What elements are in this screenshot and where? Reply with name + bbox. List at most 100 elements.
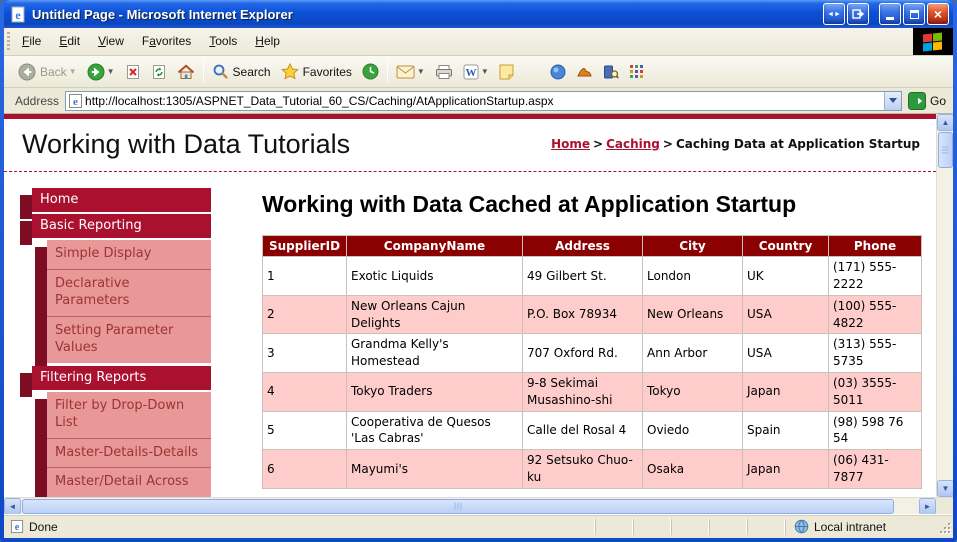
research-button[interactable]	[598, 61, 624, 83]
window-resize-grip[interactable]	[937, 520, 951, 534]
edit-dropdown-icon[interactable]: ▼	[481, 67, 489, 76]
back-icon	[18, 63, 36, 81]
vm-nav-button[interactable]: ◄►	[823, 3, 845, 25]
home-button[interactable]	[172, 61, 200, 83]
minimize-button[interactable]	[879, 3, 901, 25]
page-viewport: Working with Data Tutorials Home>Caching…	[4, 114, 953, 497]
maximize-button[interactable]	[903, 3, 925, 25]
forward-button[interactable]: ▼	[82, 60, 120, 84]
toolbar-grip[interactable]	[5, 32, 12, 51]
scroll-left-button[interactable]: ◄	[4, 498, 21, 515]
column-header-companyname: CompanyName	[347, 236, 523, 257]
table-cell: (06) 431-7877	[829, 450, 922, 489]
vertical-scrollbar[interactable]: ▲ ▼	[936, 114, 953, 497]
mail-dropdown-icon[interactable]: ▼	[417, 67, 425, 76]
sidebar-submenu: Filter by Drop-Down ListMaster-Details-D…	[47, 392, 211, 497]
sidebar-item-home[interactable]: Home	[32, 188, 211, 212]
menu-edit[interactable]: Edit	[50, 28, 89, 55]
table-cell: USA	[743, 295, 829, 334]
scroll-down-button[interactable]: ▼	[937, 480, 953, 497]
status-pane	[747, 519, 785, 535]
table-cell: 707 Oxford Rd.	[523, 334, 643, 373]
table-row: 2New Orleans Cajun DelightsP.O. Box 7893…	[263, 295, 922, 334]
vertical-scroll-track[interactable]	[937, 168, 953, 480]
table-cell: (171) 555-2222	[829, 257, 922, 296]
suppliers-table: SupplierIDCompanyNameAddressCityCountryP…	[262, 235, 922, 489]
go-button[interactable]: Go	[902, 92, 950, 110]
sidebar-item-declarative-parameters[interactable]: Declarative Parameters	[47, 269, 211, 316]
status-page-icon: e	[10, 519, 24, 534]
back-label: Back	[40, 65, 67, 79]
table-cell: (03) 3555-5011	[829, 372, 922, 411]
back-button[interactable]: Back ▼	[13, 60, 82, 84]
discuss-button[interactable]	[494, 61, 519, 83]
sidebar-item-filtering-reports[interactable]: Filtering Reports	[32, 366, 211, 390]
vertical-scroll-thumb[interactable]	[938, 132, 953, 168]
sidebar-item-master-detail-across[interactable]: Master/Detail Across	[47, 467, 211, 497]
edit-with-word-button[interactable]: W ▼	[458, 61, 494, 83]
table-cell: (98) 598 76 54	[829, 411, 922, 450]
vm-popout-button[interactable]	[847, 3, 869, 25]
table-row: 3Grandma Kelly's Homestead707 Oxford Rd.…	[263, 334, 922, 373]
scroll-up-button[interactable]: ▲	[937, 114, 953, 131]
address-label: Address	[13, 94, 65, 108]
table-cell: 6	[263, 450, 347, 489]
table-cell: 1	[263, 257, 347, 296]
snippet-grid-button[interactable]	[624, 61, 650, 83]
window-title: Untitled Page - Microsoft Internet Explo…	[32, 7, 818, 22]
sidebar-item-master-details-details[interactable]: Master-Details-Details	[47, 438, 211, 468]
back-dropdown-icon[interactable]: ▼	[69, 67, 77, 76]
column-header-city: City	[643, 236, 743, 257]
sidebar-submenu: Simple DisplayDeclarative ParametersSett…	[47, 240, 211, 363]
research-icon	[603, 64, 619, 80]
refresh-button[interactable]	[146, 61, 172, 83]
history-button[interactable]	[357, 60, 384, 83]
table-cell: Osaka	[643, 450, 743, 489]
favorites-button[interactable]: Favorites	[276, 60, 357, 83]
menu-favorites[interactable]: Favorites	[133, 28, 200, 55]
table-cell: Tokyo Traders	[347, 372, 523, 411]
favorites-star-icon	[281, 63, 299, 80]
search-button[interactable]: Search	[207, 60, 276, 83]
horizontal-scrollbar[interactable]: ◄ ►	[4, 498, 936, 514]
table-cell: P.O. Box 78934	[523, 295, 643, 334]
table-cell: 49 Gilbert St.	[523, 257, 643, 296]
toolbar-separator	[203, 61, 204, 83]
table-cell: USA	[743, 334, 829, 373]
table-cell: Spain	[743, 411, 829, 450]
stop-button[interactable]	[120, 61, 146, 83]
table-cell: 4	[263, 372, 347, 411]
search-icon	[212, 63, 229, 80]
print-button[interactable]	[430, 61, 458, 83]
forward-dropdown-icon[interactable]: ▼	[107, 67, 115, 76]
windows-flag-icon	[923, 33, 943, 51]
menu-file[interactable]: File	[13, 28, 50, 55]
sidebar-item-simple-display[interactable]: Simple Display	[47, 240, 211, 269]
scrollbar-corner	[936, 498, 953, 514]
refresh-icon	[151, 64, 167, 80]
sidebar-item-filter-by-drop-down-list[interactable]: Filter by Drop-Down List	[47, 392, 211, 438]
messenger-button[interactable]	[545, 61, 571, 83]
menu-help[interactable]: Help	[246, 28, 289, 55]
address-dropdown-button[interactable]	[884, 92, 901, 110]
address-field: e	[65, 91, 902, 111]
title-bar[interactable]: e Untitled Page - Microsoft Internet Exp…	[4, 0, 953, 28]
custom-tool-button[interactable]	[571, 62, 598, 82]
address-input[interactable]	[83, 94, 884, 108]
table-cell: Japan	[743, 450, 829, 489]
menu-tools[interactable]: Tools	[200, 28, 246, 55]
scroll-right-button[interactable]: ►	[919, 498, 936, 515]
horizontal-scroll-thumb[interactable]	[22, 499, 894, 514]
close-button[interactable]: ×	[927, 3, 949, 25]
word-icon: W	[463, 64, 479, 80]
page-ie-icon: e	[68, 93, 83, 109]
breadcrumb-home-link[interactable]: Home	[551, 137, 590, 151]
sidebar-item-setting-parameter-values[interactable]: Setting Parameter Values	[47, 316, 211, 363]
mail-button[interactable]: ▼	[391, 62, 430, 82]
stop-icon	[125, 64, 141, 80]
menu-view[interactable]: View	[89, 28, 133, 55]
table-cell: Grandma Kelly's Homestead	[347, 334, 523, 373]
table-row: 6Mayumi's92 Setsuko Chuo-kuOsakaJapan(06…	[263, 450, 922, 489]
breadcrumb-caching-link[interactable]: Caching	[606, 137, 660, 151]
sidebar-item-basic-reporting[interactable]: Basic Reporting	[32, 214, 211, 238]
